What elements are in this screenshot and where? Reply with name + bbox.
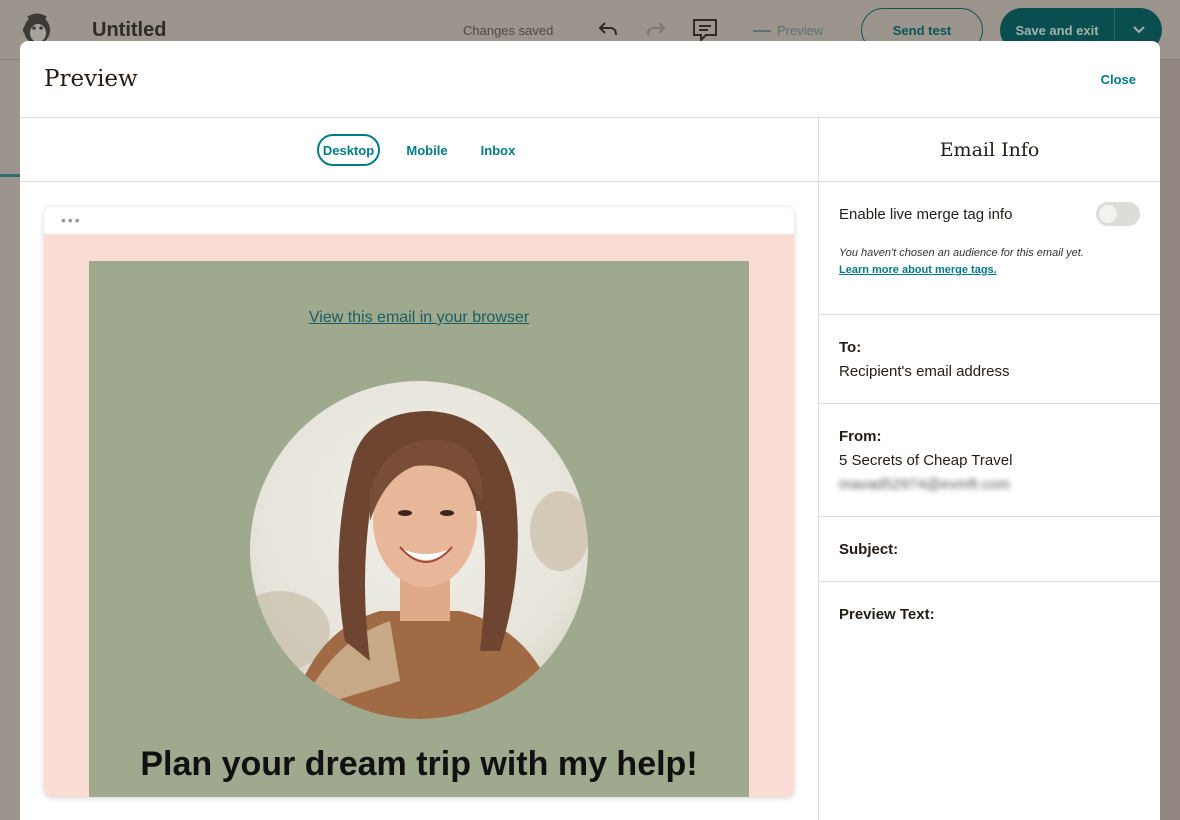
tab-mobile[interactable]: Mobile [402, 134, 452, 166]
to-value: Recipient's email address [839, 363, 1010, 380]
merge-tag-toggle[interactable] [1096, 202, 1140, 226]
email-preview-pane: Desktop Mobile Inbox ••• View this email… [20, 118, 818, 820]
email-info-title: Email Info [819, 118, 1160, 182]
save-and-exit-label: Save and exit [1015, 22, 1099, 38]
learn-merge-tags-link[interactable]: Learn more about merge tags. [839, 264, 997, 276]
profile-photo [250, 381, 588, 719]
email-info-panel: Email Info Enable live merge tag info Yo… [818, 118, 1160, 820]
merge-note: You haven't chosen an audience for this … [839, 247, 1084, 259]
preview-modal: Preview Close Desktop Mobile Inbox ••• V… [20, 41, 1160, 820]
subject-section: Subject: [819, 517, 1160, 582]
preview-link-label: Preview [777, 23, 824, 38]
redo-icon[interactable] [645, 18, 667, 40]
browser-frame: ••• View this email in your browser Plan… [44, 207, 794, 797]
preview-area[interactable]: ••• View this email in your browser Plan… [20, 182, 818, 820]
close-button[interactable]: Close [1101, 72, 1136, 87]
editor-background-strip [1160, 60, 1180, 820]
merge-toggle-label: Enable live merge tag info [839, 206, 1013, 223]
from-email: mavad52974@evmft.com [839, 476, 1011, 493]
browser-frame-bar: ••• [44, 207, 794, 234]
from-name: 5 Secrets of Cheap Travel [839, 452, 1013, 469]
chevron-down-icon [1132, 26, 1145, 34]
device-tabs: Desktop Mobile Inbox [20, 118, 818, 182]
email-background: View this email in your browser Plan you… [44, 234, 794, 797]
document-title[interactable]: Untitled [92, 19, 166, 42]
undo-icon[interactable] [597, 18, 619, 40]
modal-header: Preview Close [20, 41, 1160, 118]
preview-text-label: Preview Text: [839, 606, 935, 623]
to-label: To: [839, 339, 862, 356]
from-label: From: [839, 428, 882, 445]
tab-inbox[interactable]: Inbox [476, 134, 520, 166]
window-dots-icon: ••• [61, 212, 82, 228]
preview-text-section: Preview Text: [819, 582, 1160, 820]
editor-sidebar-indicator [0, 174, 20, 177]
woman-portrait-image [250, 381, 588, 719]
preview-link[interactable]: Preview [753, 23, 823, 38]
modal-title: Preview [44, 66, 138, 92]
email-headline: Plan your dream trip with my help! [140, 745, 698, 783]
view-in-browser-link[interactable]: View this email in your browser [89, 309, 749, 327]
toggle-knob [1099, 205, 1117, 223]
email-body: View this email in your browser Plan you… [89, 261, 749, 797]
preview-dash-icon [753, 29, 771, 32]
save-options-dropdown[interactable] [1115, 25, 1162, 35]
save-status: Changes saved [463, 23, 554, 38]
comment-icon[interactable] [692, 18, 718, 42]
tab-desktop[interactable]: Desktop [317, 134, 380, 166]
from-section: From: 5 Secrets of Cheap Travel mavad529… [819, 404, 1160, 517]
to-section: To: Recipient's email address [819, 315, 1160, 404]
subject-label: Subject: [839, 541, 899, 558]
merge-tag-section: Enable live merge tag info You haven't c… [819, 182, 1160, 315]
